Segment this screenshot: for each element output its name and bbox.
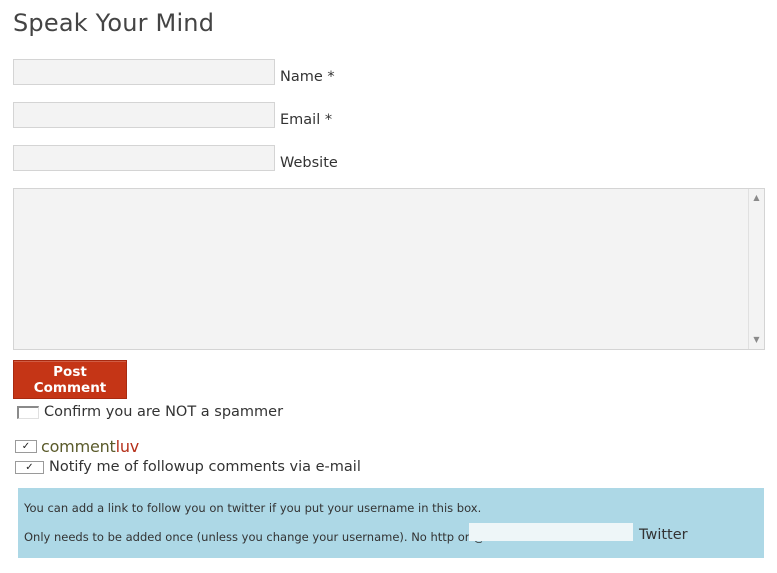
twitter-label: Twitter [639,527,688,543]
twitter-hint-text: Only needs to be added once (unless you … [24,530,485,544]
commentluv-checkbox[interactable]: ✓ [15,440,37,453]
twitter-info-text: You can add a link to follow you on twit… [24,501,482,515]
comment-textarea[interactable]: ▲ ▼ [13,188,765,350]
spam-confirm-label: Confirm you are NOT a spammer [44,404,284,420]
name-field[interactable] [13,59,275,85]
notify-row: ✓ Notify me of followup comments via e-m… [15,459,361,475]
notify-checkbox[interactable]: ✓ [15,460,44,474]
notify-label: Notify me of followup comments via e-mai… [49,459,361,475]
commentluv-logo-luv: luv [115,437,140,456]
twitter-box: You can add a link to follow you on twit… [18,488,764,558]
commentluv-row: ✓ commentluv [15,437,139,456]
name-label: Name * [280,69,335,85]
spam-confirm-row: Confirm you are NOT a spammer [17,404,283,420]
comment-scrollbar[interactable]: ▲ ▼ [748,189,764,349]
email-label: Email * [280,112,333,128]
commentluv-logo-comment: comment [41,437,116,456]
spam-confirm-checkbox[interactable] [17,405,39,419]
website-label: Website [280,155,338,171]
email-field[interactable] [13,102,275,128]
form-title: Speak Your Mind [13,9,215,37]
post-comment-button[interactable]: Post Comment [13,360,127,399]
scroll-up-arrow-icon[interactable]: ▲ [749,191,764,205]
twitter-username-input[interactable] [469,523,633,541]
website-field[interactable] [13,145,275,171]
scroll-down-arrow-icon[interactable]: ▼ [749,333,764,347]
commentluv-logo[interactable]: commentluv [41,437,139,456]
